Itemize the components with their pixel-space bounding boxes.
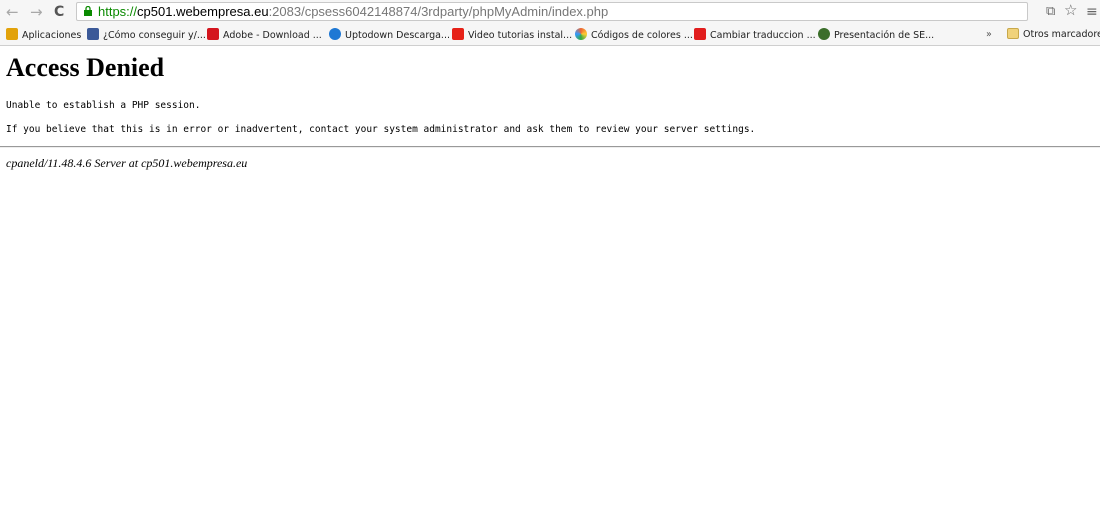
bookmark-adobe[interactable]: Adobe - Download ...	[207, 28, 322, 42]
url-text: https://cp501.webempresa.eu:2083/cpsess6…	[98, 3, 608, 21]
error-advice: If you believe that this is in error or …	[6, 124, 756, 135]
bookmark-label: Adobe - Download ...	[223, 30, 322, 41]
error-message: Unable to establish a PHP session.	[6, 100, 201, 111]
bookmark-uptodown[interactable]: Uptodown Descarga...	[329, 28, 450, 42]
back-arrow-icon[interactable]: ←	[6, 2, 19, 22]
bookmarks-bar: Aplicaciones ¿Cómo conseguir y/... Adobe…	[0, 24, 1100, 46]
bookmark-apps[interactable]: Aplicaciones	[6, 28, 81, 42]
page-title: Access Denied	[6, 53, 165, 82]
bookmark-label: Otros marcadores	[1023, 29, 1100, 40]
menu-icon[interactable]: ≡	[1086, 3, 1098, 21]
forward-arrow-icon[interactable]: →	[30, 2, 43, 22]
bookmark-label: Cambiar traduccion ...	[710, 30, 816, 41]
browser-toolbar: ← → C https://cp501.webempresa.eu:2083/c…	[0, 0, 1100, 24]
star-icon[interactable]: ☆	[1064, 1, 1077, 19]
address-bar[interactable]: https://cp501.webempresa.eu:2083/cpsess6…	[76, 2, 1028, 21]
bookmark-label: Video tutorias instal...	[468, 30, 573, 41]
bookmark-label: ¿Cómo conseguir y/...	[103, 30, 206, 41]
uptodown-icon	[329, 28, 341, 40]
youtube-icon	[452, 28, 464, 40]
translate-icon[interactable]: ⧉	[1046, 3, 1055, 21]
adobe-icon	[207, 28, 219, 40]
url-host: cp501.webempresa.eu	[137, 4, 269, 19]
w-icon	[694, 28, 706, 40]
folder-icon	[1007, 28, 1019, 39]
url-path: :2083/cpsess6042148874/3rdparty/phpMyAdm…	[268, 4, 609, 19]
bookmark-codigos[interactable]: Códigos de colores ...	[575, 28, 693, 42]
page-content: Access Denied Unable to establish a PHP …	[0, 52, 1100, 170]
url-scheme: https://	[98, 4, 138, 19]
server-signature: cpaneld/11.48.4.6 Server at cp501.webemp…	[6, 156, 248, 170]
bookmark-cambiar[interactable]: Cambiar traduccion ...	[694, 28, 816, 42]
bookmark-label: Códigos de colores ...	[591, 30, 693, 41]
bookmark-label: Presentación de SE...	[834, 30, 935, 41]
figure-icon	[818, 28, 830, 40]
apps-grid-icon	[6, 28, 18, 40]
facebook-icon	[87, 28, 99, 40]
bookmark-video-tutorias[interactable]: Video tutorias instal...	[452, 28, 572, 42]
reload-icon[interactable]: C	[54, 2, 64, 22]
bookmark-facebook[interactable]: ¿Cómo conseguir y/...	[87, 28, 206, 42]
bookmarks-overflow[interactable]: »	[986, 28, 992, 42]
bookmark-other[interactable]: Otros marcadores	[1007, 28, 1100, 42]
bookmark-label: Uptodown Descarga...	[345, 30, 450, 41]
bookmark-label: Aplicaciones	[22, 30, 82, 41]
lock-icon	[84, 6, 92, 16]
color-wheel-icon	[575, 28, 587, 40]
bookmark-presentacion[interactable]: Presentación de SE...	[818, 28, 934, 42]
divider	[0, 146, 1100, 148]
